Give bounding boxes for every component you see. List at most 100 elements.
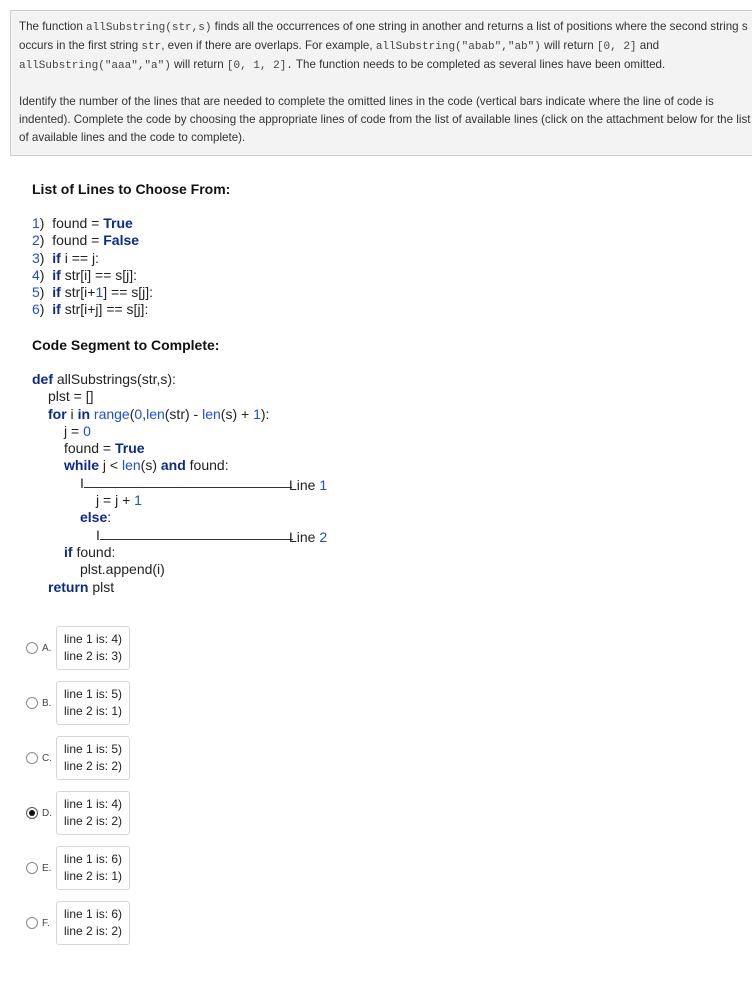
code-text: plst — [88, 578, 115, 595]
code-text: (s) — [140, 457, 161, 474]
choice-line-2: line 2 is: 2) — [64, 924, 123, 938]
code-text: i == j: — [60, 249, 99, 266]
code-keyword: in — [77, 405, 91, 422]
choice-line-1: line 1 is: 6) — [64, 852, 123, 866]
code-keyword: if — [52, 249, 61, 266]
radio-button[interactable] — [26, 862, 38, 874]
choice-letter: A. — [42, 642, 52, 654]
code-keyword: else — [80, 509, 108, 526]
code-keyword: return — [48, 578, 89, 595]
code-text: found = — [64, 440, 115, 457]
code-line: plst = [] — [32, 388, 293, 405]
line-number: 3 — [32, 249, 40, 266]
code-text: (str) - — [164, 405, 203, 422]
line-number: 6 — [32, 301, 40, 318]
blank-code-line-2: I — [32, 527, 293, 544]
line-number: 5 — [32, 284, 40, 301]
code-keyword: def — [32, 371, 53, 387]
code-text: : — [107, 509, 112, 526]
choice-line-1: line 1 is: 4) — [64, 632, 123, 646]
code-number: 1 — [134, 492, 142, 509]
choice-line-2: line 2 is: 1) — [64, 704, 123, 718]
code-number: len — [202, 405, 221, 422]
code-number: range — [93, 405, 130, 422]
inline-code: allSubstring("aaa","a") — [19, 60, 171, 72]
choice-letter: F. — [42, 917, 50, 929]
code-number: 0 — [83, 422, 91, 439]
choice-line-1: line 1 is: 5) — [64, 687, 123, 701]
answer-choice-c[interactable]: C. line 1 is: 5) line 2 is: 2) — [26, 736, 131, 780]
choice-answer-box[interactable]: line 1 is: 4) line 2 is: 3) — [56, 626, 131, 670]
prompt-paragraph-1: The function allSubstring(str,s) finds a… — [19, 18, 752, 75]
line-number-paren: ) — [39, 249, 53, 266]
available-line: 2) found = False — [32, 232, 153, 249]
line-number: 2 — [32, 232, 40, 249]
line-number: 1 — [32, 215, 40, 231]
line-2-label: Line 2 — [289, 529, 328, 545]
answer-choice-f[interactable]: F. line 1 is: 6) line 2 is: 2) — [26, 901, 131, 945]
code-keyword: if — [52, 284, 61, 301]
choice-letter: B. — [42, 697, 52, 709]
prompt-text: The function — [19, 20, 87, 33]
prompt-text: will return — [540, 39, 597, 52]
code-segment: def allSubstrings(str,s): plst = [] for i … — [32, 371, 293, 596]
code-text: found = — [52, 232, 104, 249]
line-number-paren: ) — [39, 266, 53, 283]
inline-code: allSubstring(str,s) — [86, 22, 212, 34]
available-line: 6) if str[i+j] == s[j]: — [32, 301, 153, 318]
answer-choice-a[interactable]: A. line 1 is: 4) line 2 is: 3) — [26, 626, 131, 670]
line-number: 4 — [32, 266, 40, 283]
choice-answer-box[interactable]: line 1 is: 5) line 2 is: 1) — [56, 681, 131, 725]
blank-code-line-1: I — [32, 475, 293, 492]
code-text: found = — [52, 215, 104, 231]
code-keyword: if — [64, 543, 73, 560]
code-line: j = j + 1 — [32, 492, 293, 509]
code-text: ): — [260, 405, 270, 422]
lines-heading: List of Lines to Choose From: — [32, 181, 231, 197]
code-line: j = 0 — [32, 423, 293, 440]
line-number-paren: ) — [39, 232, 53, 249]
radio-button[interactable] — [26, 752, 38, 764]
line-number-paren: ) — [39, 301, 53, 318]
answer-choice-b[interactable]: B. line 1 is: 5) line 2 is: 1) — [26, 681, 131, 725]
code-line: else: — [32, 509, 293, 526]
code-heading: Code Segment to Complete: — [32, 337, 220, 353]
answer-choice-d[interactable]: D. line 1 is: 4) line 2 is: 2) — [26, 791, 131, 835]
choice-answer-box[interactable]: line 1 is: 6) line 2 is: 2) — [56, 901, 131, 945]
available-line: 4) if str[i] == s[j]: — [32, 267, 153, 284]
code-text: i — [66, 405, 78, 422]
choice-letter: E. — [42, 862, 52, 874]
prompt-text: and — [636, 39, 660, 52]
radio-button[interactable] — [26, 917, 38, 929]
choice-answer-box[interactable]: line 1 is: 5) line 2 is: 2) — [56, 736, 131, 780]
choice-letter: C. — [42, 752, 52, 764]
choice-answer-box[interactable]: line 1 is: 6) line 2 is: 1) — [56, 846, 131, 890]
answer-choice-e[interactable]: E. line 1 is: 6) line 2 is: 1) — [26, 846, 131, 890]
line-number-paren: ) — [39, 284, 53, 301]
line-number-paren: ) — [39, 215, 53, 231]
radio-button-selected[interactable] — [26, 807, 38, 819]
choice-line-1: line 1 is: 6) — [64, 907, 123, 921]
choice-line-2: line 2 is: 2) — [64, 759, 123, 773]
code-keyword: and — [160, 457, 186, 474]
code-line: while j < len(s) and found: — [32, 457, 293, 474]
radio-button[interactable] — [26, 642, 38, 654]
blank-line-underline — [99, 527, 293, 540]
code-number: 1 — [253, 405, 261, 422]
code-keyword: for — [48, 405, 67, 422]
code-keyword: True — [115, 440, 145, 457]
prompt-paragraph-2: Identify the number of the lines that ar… — [19, 95, 751, 144]
choice-line-1: line 1 is: 5) — [64, 742, 123, 756]
line-1-label: Line 1 — [289, 477, 328, 493]
available-line: 3) if i == j: — [32, 250, 153, 267]
code-text: found: — [185, 457, 229, 474]
code-keyword: if — [52, 266, 61, 283]
code-line: plst.append(i) — [32, 561, 293, 578]
choice-line-1: line 1 is: 4) — [64, 797, 123, 811]
code-line: for i in range(0,len(str) - len(s) + 1): — [32, 406, 293, 423]
radio-button[interactable] — [26, 697, 38, 709]
code-text: j = — [64, 422, 84, 439]
choice-answer-box[interactable]: line 1 is: 4) line 2 is: 2) — [56, 791, 131, 835]
code-line: found = True — [32, 440, 293, 457]
code-keyword: False — [103, 232, 140, 249]
